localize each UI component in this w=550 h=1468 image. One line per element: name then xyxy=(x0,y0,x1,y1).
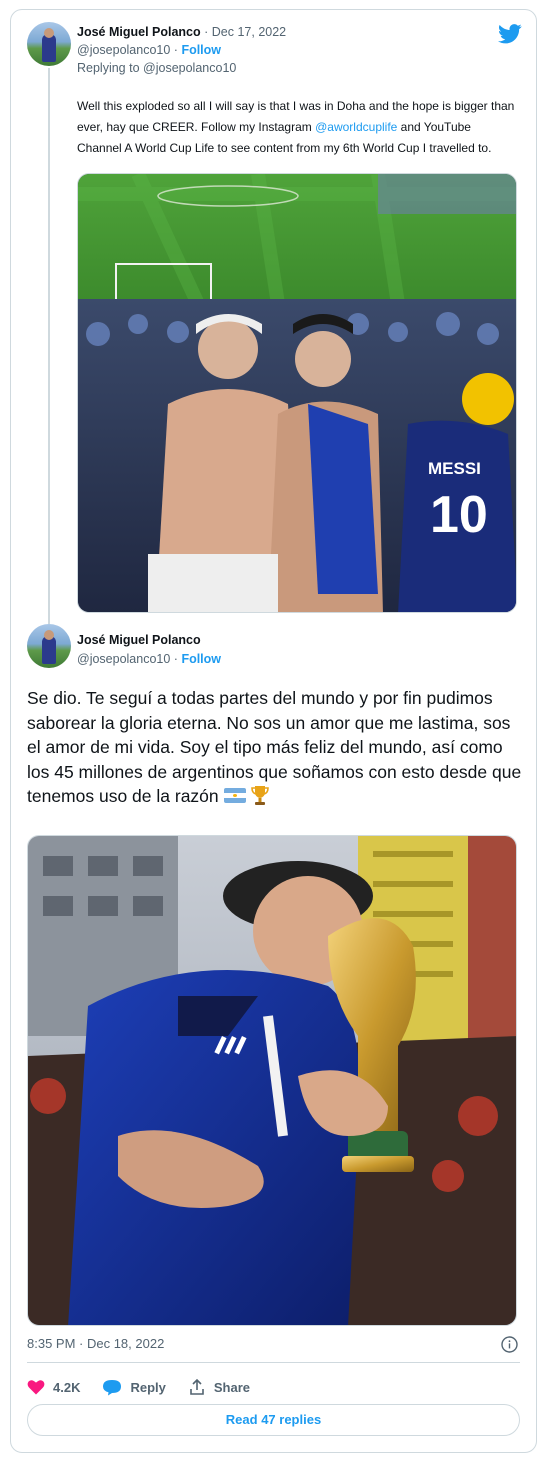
author-name[interactable]: José Miguel Polanco xyxy=(77,25,201,39)
reply-tweet-header: José Miguel Polanco · Dec 17, 2022 @jose… xyxy=(77,24,286,76)
avatar[interactable] xyxy=(27,624,71,668)
author-handle[interactable]: @josepolanco10 xyxy=(77,652,170,666)
avatar-figure xyxy=(42,636,56,664)
tweet-date[interactable]: Dec 17, 2022 xyxy=(212,25,286,39)
reply-bubble-icon xyxy=(103,1379,122,1395)
reply-tweet-text: Well this exploded so all I will say is … xyxy=(77,96,517,159)
main-tweet-body: Se dio. Te seguí a todas partes del mund… xyxy=(27,688,522,806)
replying-to-handle[interactable]: @josepolanco10 xyxy=(143,61,236,75)
argentina-flag-icon xyxy=(223,788,246,803)
read-replies-button[interactable]: Read 47 replies xyxy=(27,1404,520,1436)
trophy-photo-illustration xyxy=(28,836,516,1325)
follow-button[interactable]: Follow xyxy=(181,43,221,57)
author-name[interactable]: José Miguel Polanco xyxy=(77,633,201,647)
author-handle[interactable]: @josepolanco10 xyxy=(77,43,170,57)
jersey-name: MESSI xyxy=(428,459,481,478)
footer-divider xyxy=(27,1362,520,1363)
thread-connector-line xyxy=(48,68,50,624)
info-icon[interactable] xyxy=(501,1336,518,1353)
main-tweet-header: José Miguel Polanco @josepolanco10 · Fol… xyxy=(77,632,221,667)
instagram-mention-link[interactable]: @aworldcuplife xyxy=(315,120,397,134)
follow-button[interactable]: Follow xyxy=(181,652,221,666)
separator-dot: · xyxy=(204,25,212,39)
avatar-head xyxy=(44,28,54,38)
share-label: Share xyxy=(213,1379,251,1395)
reply-label: Reply xyxy=(130,1379,166,1395)
twitter-bird-icon[interactable] xyxy=(498,24,522,44)
reply-button[interactable]: Reply xyxy=(102,1379,166,1396)
replying-to-label: Replying to xyxy=(77,61,140,75)
stadium-photo-illustration: MESSI 10 xyxy=(78,174,516,612)
tweet-embed-card: José Miguel Polanco · Dec 17, 2022 @jose… xyxy=(10,9,537,1453)
jersey-number: 10 xyxy=(430,486,488,544)
tweet-timestamp[interactable]: 8:35 PM · Dec 18, 2022 xyxy=(27,1336,164,1351)
trophy-icon xyxy=(251,786,270,805)
main-tweet-text: Se dio. Te seguí a todas partes del mund… xyxy=(27,686,523,809)
tweet-actions: 4.2K Reply Share xyxy=(27,1376,272,1398)
like-count: 4.2K xyxy=(53,1379,81,1395)
trophy-kiss-photo[interactable] xyxy=(27,835,517,1326)
avatar-head xyxy=(44,630,54,640)
avatar[interactable] xyxy=(27,22,71,66)
share-icon xyxy=(190,1378,204,1395)
stadium-fans-photo[interactable]: MESSI 10 xyxy=(77,173,517,613)
heart-icon xyxy=(27,1380,45,1395)
like-button[interactable]: 4.2K xyxy=(27,1379,80,1395)
share-button[interactable]: Share xyxy=(188,1378,250,1396)
avatar-figure xyxy=(42,34,56,62)
